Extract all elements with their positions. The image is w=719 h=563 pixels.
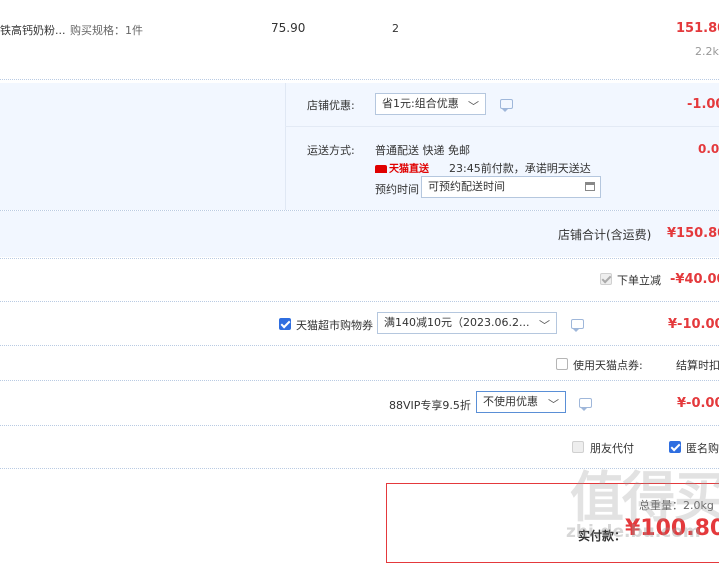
message-icon[interactable]: [571, 319, 584, 332]
delivery-time-input[interactable]: 可预约配送时间: [421, 176, 601, 198]
vip-amount: ¥-0.00: [677, 396, 719, 411]
tmall-direct-badge: 天猫直送: [375, 160, 429, 175]
shop-total-amount: ¥150.80: [667, 226, 719, 241]
divider: [0, 380, 719, 381]
divider: [0, 301, 719, 302]
anonymous-checkbox[interactable]: [669, 441, 681, 453]
instant-discount-checkbox[interactable]: [600, 273, 612, 285]
instant-discount-label: 下单立减: [617, 274, 661, 287]
vip-select[interactable]: 不使用优惠 ﹀: [476, 391, 566, 413]
message-icon[interactable]: [500, 99, 513, 112]
item-price: 75.90: [271, 21, 306, 35]
shop-discount-amount: -1.00: [687, 97, 719, 112]
message-icon[interactable]: [579, 398, 592, 411]
shop-discount-label: 店铺优惠:: [307, 99, 355, 112]
shop-total-label: 店铺合计(含运费): [558, 228, 652, 242]
tmall-direct-text: 天猫直送: [389, 164, 429, 175]
item-name[interactable]: 铁高钙奶粉...: [0, 22, 66, 38]
item-subtotal: 151.80: [676, 21, 719, 36]
shop-discount-select[interactable]: 省1元:组合优惠 ﹀: [375, 93, 486, 115]
coupon-checkbox[interactable]: [279, 318, 291, 330]
coupon-select-value: 满140减10元（2023.06.2...: [384, 316, 530, 329]
item-quantity: 2: [392, 22, 399, 35]
chevron-down-icon: ﹀: [468, 100, 479, 113]
tmall-cat-icon: [375, 165, 387, 173]
divider: [0, 425, 719, 426]
points-note: 结算时扣: [676, 359, 719, 372]
instant-discount-amount: -¥40.00: [670, 272, 719, 287]
delivery-promise: 23:45前付款，承诺明天送达: [449, 162, 591, 175]
coupon-amount: ¥-10.00: [668, 317, 719, 332]
chevron-down-icon: ﹀: [548, 398, 559, 411]
divider: [0, 79, 719, 80]
delivery-time-placeholder: 可预约配送时间: [428, 180, 505, 193]
divider: [0, 345, 719, 346]
vip-label: 88VIP专享9.5折: [389, 399, 471, 412]
shipping-amount: 0.00: [698, 142, 719, 156]
friend-pay-checkbox[interactable]: [572, 441, 584, 453]
item-weight: 2.2k: [695, 45, 719, 58]
shipping-label: 运送方式:: [307, 144, 355, 157]
divider: [0, 258, 719, 259]
shipping-method: 普通配送 快递 免邮: [375, 144, 470, 157]
points-label: 使用天猫点券:: [573, 359, 643, 372]
shop-discount-select-value: 省1元:组合优惠: [382, 97, 459, 110]
shop-options-panel: [0, 83, 719, 210]
vip-select-value: 不使用优惠: [483, 395, 538, 408]
coupon-select[interactable]: 满140减10元（2023.06.2... ﹀: [377, 312, 557, 334]
delivery-time-label: 预约时间: [375, 183, 419, 196]
calendar-icon[interactable]: [585, 182, 595, 191]
coupon-label: 天猫超市购物券: [296, 319, 373, 332]
watermark-logo: 值得买: [570, 466, 719, 529]
points-checkbox[interactable]: [556, 358, 568, 370]
item-spec: 购买规格：1件: [70, 24, 143, 37]
chevron-down-icon: ﹀: [539, 319, 550, 332]
watermark-site: zhi.de.bu.com: [566, 522, 701, 542]
